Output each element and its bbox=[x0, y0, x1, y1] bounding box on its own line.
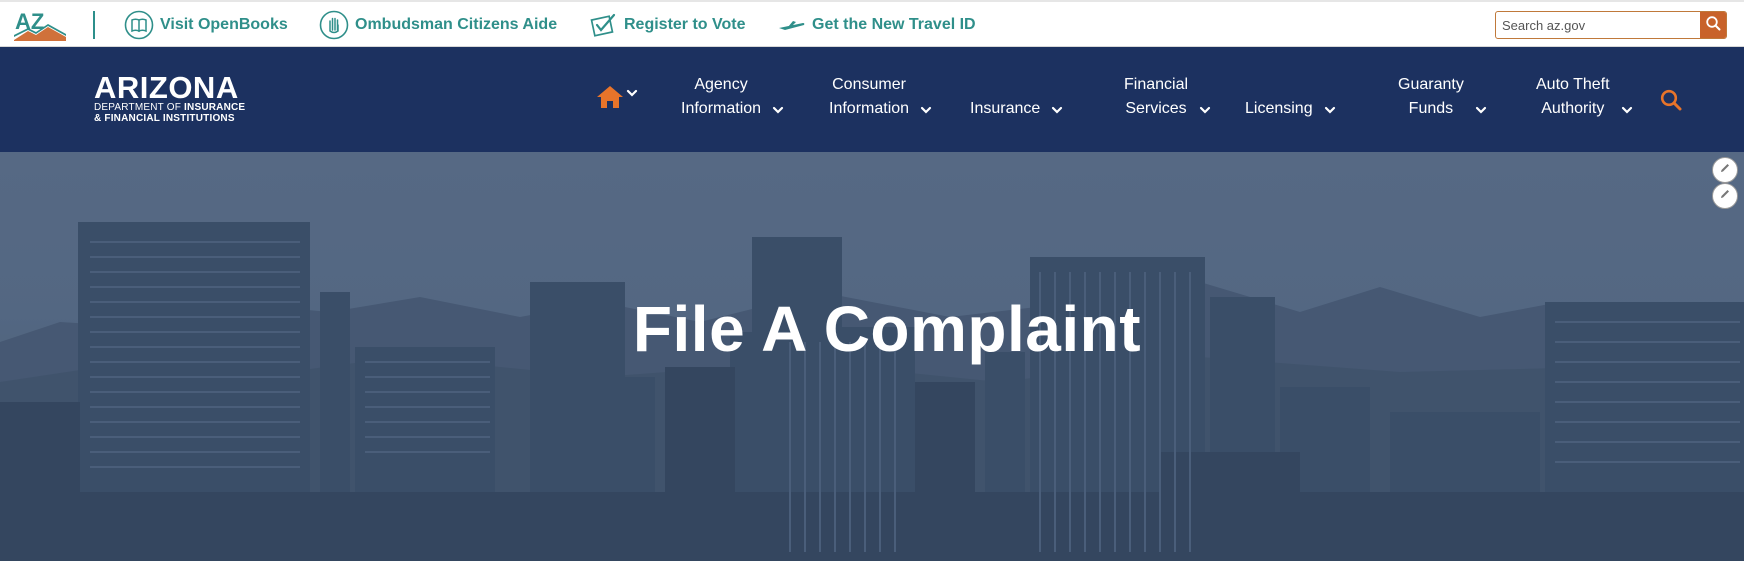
airplane-icon bbox=[776, 10, 806, 40]
chevron-down-icon bbox=[626, 85, 638, 103]
edit-button[interactable] bbox=[1712, 183, 1738, 209]
register-to-vote-link[interactable]: Register to Vote bbox=[588, 10, 746, 40]
nav-financial-services[interactable]: Financial Services bbox=[1124, 65, 1212, 121]
chevron-down-icon bbox=[1199, 106, 1211, 114]
ballot-check-icon bbox=[588, 10, 618, 40]
az-search-button[interactable] bbox=[1700, 12, 1726, 38]
nav-agency-information[interactable]: Agency Information bbox=[681, 65, 785, 121]
openbooks-link[interactable]: Visit OpenBooks bbox=[124, 10, 288, 40]
raised-hand-icon bbox=[319, 10, 349, 40]
top-utility-bar: AZ Visit OpenBooks Ombudsman Citizens Ai… bbox=[0, 0, 1744, 47]
chevron-down-icon bbox=[920, 106, 932, 114]
difi-logo[interactable]: ARIZONA DEPARTMENT OF INSURANCE & FINANC… bbox=[94, 70, 279, 126]
chevron-down-icon bbox=[772, 106, 784, 114]
nav-insurance-label: Insurance bbox=[970, 100, 1041, 117]
topbar-divider bbox=[93, 11, 95, 39]
nav-search-button[interactable] bbox=[1659, 88, 1683, 112]
nav-consumer-information-label: Consumer Information bbox=[829, 76, 910, 117]
pencil-icon bbox=[1718, 187, 1732, 206]
page-title: File A Complaint bbox=[632, 293, 1142, 365]
nav-licensing[interactable]: Licensing bbox=[1245, 65, 1337, 121]
travel-id-link[interactable]: Get the New Travel ID bbox=[776, 10, 976, 40]
travel-id-label: Get the New Travel ID bbox=[812, 16, 976, 33]
hero-banner: File A Complaint bbox=[0, 152, 1744, 561]
brand-line-1: DEPARTMENT OF INSURANCE bbox=[94, 102, 246, 113]
chevron-down-icon bbox=[1052, 106, 1063, 114]
openbooks-label: Visit OpenBooks bbox=[160, 16, 288, 33]
nav-guaranty-funds-label: Guaranty Funds bbox=[1398, 76, 1464, 117]
chevron-down-icon bbox=[1475, 106, 1486, 114]
ombudsman-link[interactable]: Ombudsman Citizens Aide bbox=[319, 10, 557, 40]
az-logo[interactable]: AZ bbox=[14, 9, 66, 41]
nav-home[interactable] bbox=[596, 84, 644, 114]
pencil-icon bbox=[1718, 161, 1732, 180]
az-search-input[interactable] bbox=[1496, 12, 1700, 38]
nav-auto-theft-authority[interactable]: Auto Theft Authority bbox=[1536, 65, 1634, 121]
nav-licensing-label: Licensing bbox=[1245, 100, 1313, 117]
search-icon bbox=[1705, 15, 1721, 36]
nav-insurance[interactable]: Insurance bbox=[970, 65, 1064, 121]
search-icon bbox=[1659, 89, 1683, 116]
az-search-box bbox=[1495, 11, 1727, 39]
brand-name: ARIZONA bbox=[94, 70, 239, 105]
edit-button[interactable] bbox=[1712, 157, 1738, 183]
home-icon bbox=[596, 84, 624, 115]
nav-consumer-information[interactable]: Consumer Information bbox=[829, 65, 933, 121]
nav-financial-services-label: Financial Services bbox=[1124, 76, 1189, 117]
chevron-down-icon bbox=[1324, 106, 1335, 114]
register-to-vote-label: Register to Vote bbox=[624, 16, 746, 33]
nav-auto-theft-authority-label: Auto Theft Authority bbox=[1536, 76, 1610, 117]
open-book-icon bbox=[124, 10, 154, 40]
nav-agency-information-label: Agency Information bbox=[681, 76, 762, 117]
nav-guaranty-funds[interactable]: Guaranty Funds bbox=[1398, 65, 1488, 121]
brand-line-2: & FINANCIAL INSTITUTIONS bbox=[94, 113, 235, 124]
chevron-down-icon bbox=[1621, 106, 1632, 114]
main-navigation: ARIZONA DEPARTMENT OF INSURANCE & FINANC… bbox=[0, 47, 1744, 152]
ombudsman-label: Ombudsman Citizens Aide bbox=[355, 16, 558, 33]
